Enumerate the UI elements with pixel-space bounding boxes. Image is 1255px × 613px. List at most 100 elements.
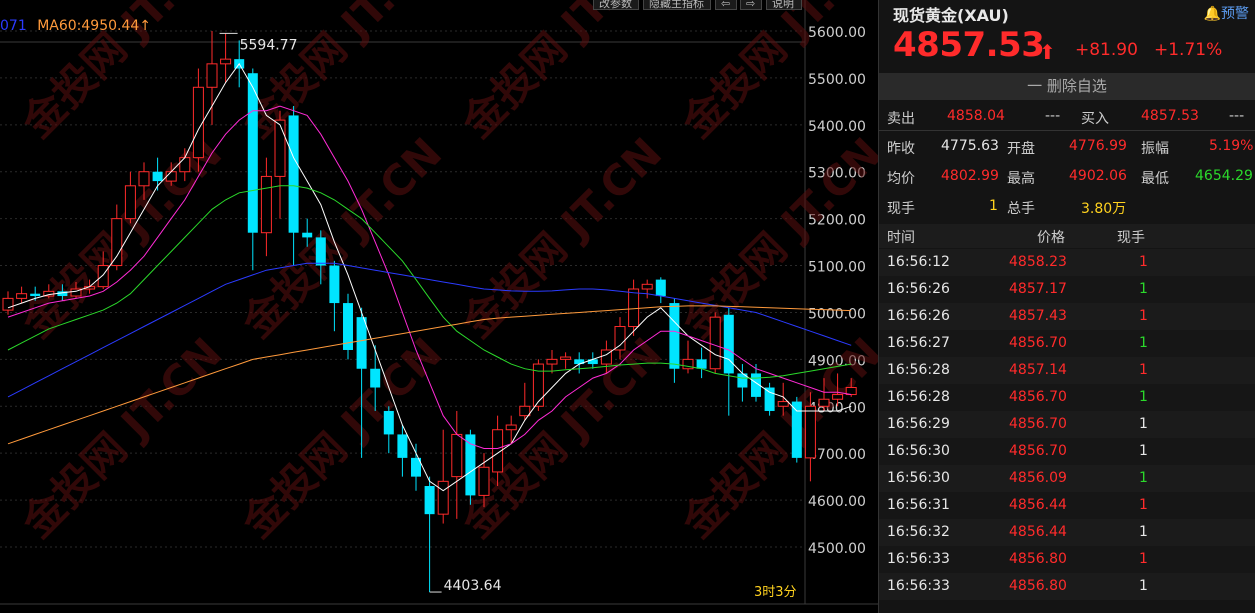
tick-time: 16:56:28 (887, 362, 950, 378)
scroll-left-button[interactable]: ⇦ (715, 0, 737, 10)
help-button[interactable]: 说明 (766, 0, 802, 10)
high-price: 4902.06 (1069, 168, 1127, 184)
candle-body-down (356, 317, 367, 369)
price-change: +81.90 (1075, 40, 1138, 60)
tick-row: 16:56:27 4856.70 1 (879, 330, 1255, 357)
yaxis-tick-label: 5000.00 (808, 306, 866, 322)
candle-body-up (437, 480, 449, 515)
tick-hand: 1 (1139, 578, 1148, 594)
bell-icon: 🔔 (1203, 6, 1221, 22)
candle-body-up (179, 157, 191, 173)
candle-body-up (628, 288, 640, 328)
watermark-text: 金投网 JT.CN (232, 0, 452, 148)
candle-body-up (519, 405, 531, 417)
tick-row: 16:56:32 4856.44 1 (879, 519, 1255, 546)
yaxis-tick-label: 4500.00 (808, 541, 866, 557)
tick-hand: 1 (1139, 254, 1148, 270)
tick-hand: 1 (1139, 497, 1148, 513)
tick-hand: 1 (1139, 362, 1148, 378)
candle-body-up (192, 86, 204, 159)
remove-favorite-button[interactable]: 一 删除自选 (879, 73, 1255, 100)
tick-row: 16:56:26 4857.43 1 (879, 303, 1255, 330)
alert-label: 预警 (1221, 6, 1249, 22)
candle-body-up (165, 171, 177, 182)
high-price-label: 5594.77 (240, 37, 298, 53)
alert-button[interactable]: 🔔预警 (1204, 3, 1249, 23)
last-price: 4857.53 (893, 25, 1045, 65)
tick-row: 16:56:31 4856.44 1 (879, 492, 1255, 519)
watermark-text: 金投网 JT.CN (232, 128, 452, 348)
candle-body-down (302, 232, 313, 238)
tick-row: 16:56:29 4856.70 1 (879, 411, 1255, 438)
ma-legend: 071 MA60:4950.44↑ (0, 18, 151, 34)
tick-time: 16:56:30 (887, 470, 950, 486)
watermark-text: 金投网 JT.CN (12, 328, 232, 548)
tick-hand: 1 (1139, 389, 1148, 405)
total-hand: 3.80万 (1081, 201, 1127, 217)
tick-time: 16:56:33 (887, 578, 950, 594)
low-price-label: 4403.64 (444, 578, 502, 594)
kline-chart[interactable]: 5600.005500.005400.005300.005200.005100.… (0, 0, 878, 613)
sell-price: 4858.04 (947, 108, 1005, 124)
scroll-right-button[interactable]: ⇨ (740, 0, 762, 10)
candle-body-up (804, 405, 816, 459)
tick-time: 16:56:26 (887, 281, 950, 297)
tick-time: 16:56:29 (887, 416, 950, 432)
tick-row: 16:56:28 4856.70 1 (879, 384, 1255, 411)
tick-row: 16:56:33 4856.80 1 (879, 573, 1255, 600)
candle-body-up (274, 119, 286, 177)
candle-body-up (777, 401, 789, 407)
candle-body-down (696, 359, 707, 369)
ma60-arrow-icon: ↑ (139, 18, 152, 34)
candle-body-up (124, 185, 136, 220)
tick-hand: 1 (1139, 308, 1148, 324)
prev-close: 4775.63 (941, 138, 999, 154)
candle-body-up (641, 283, 653, 290)
tick-hand: 1 (1139, 524, 1148, 540)
hide-main-indicator-button[interactable]: 隐藏主指标 (643, 0, 711, 10)
candle-body-down (424, 486, 435, 515)
candle-body-down (329, 265, 340, 304)
tick-time: 16:56:33 (887, 551, 950, 567)
tick-time: 16:56:27 (887, 335, 950, 351)
candle-body-up (560, 356, 572, 360)
quote-panel: 现货黄金(XAU) 🔔预警 4857.53 ⬆ +81.90 +1.71% 一 … (878, 0, 1255, 613)
tick-time: 16:56:31 (887, 497, 950, 513)
candle-body-down (397, 434, 408, 458)
edit-params-button[interactable]: 改参数 (593, 0, 639, 10)
tick-price: 4857.43 (1009, 308, 1067, 324)
amplitude: 5.19% (1209, 138, 1254, 154)
candle-body-down (152, 171, 163, 182)
tick-price: 4856.80 (1009, 551, 1067, 567)
tick-hand: 1 (1139, 416, 1148, 432)
candle-body-up (546, 358, 558, 365)
chart-toolbar: 改参数 隐藏主指标 ⇦ ⇨ 说明 (0, 0, 806, 10)
stats-row-3: 现手 1 总手 3.80万 (887, 198, 1127, 217)
tick-time: 16:56:28 (887, 389, 950, 405)
tick-row: 16:56:12 4858.23 1 (879, 249, 1255, 276)
kline-chart-panel[interactable]: 5600.00 5500.00 5400.00 5300.00 5200.00 5100.… (0, 0, 878, 613)
low-price: 4654.29 (1195, 168, 1253, 184)
watermark-text: 金投网 JT.CN (232, 328, 452, 548)
candle-body-down (30, 293, 41, 297)
bid-ask-row: 卖出 4858.04 --- 买入 4857.53 --- (887, 108, 1245, 127)
candle-body-down (655, 279, 666, 297)
tick-time: 16:56:26 (887, 308, 950, 324)
candle-body-down (669, 303, 680, 369)
tick-row: 16:56:26 4857.17 1 (879, 276, 1255, 303)
candle-body-down (587, 359, 598, 365)
tick-price: 4856.70 (1009, 389, 1067, 405)
candle-body-down (370, 368, 381, 388)
ma40-label: 071 (0, 18, 27, 34)
price-change-pct: +1.71% (1154, 40, 1223, 60)
yaxis-tick-label: 5100.00 (808, 260, 866, 276)
tick-row: 16:56:30 4856.09 1 (879, 465, 1255, 492)
tick-price: 4857.14 (1009, 362, 1067, 378)
candle-body-down (315, 237, 326, 266)
candle-body-down (247, 73, 258, 233)
tick-price: 4856.09 (1009, 470, 1067, 486)
candle-body-down (764, 387, 775, 411)
tick-price: 4856.70 (1009, 443, 1067, 459)
candle-body-down (288, 115, 299, 233)
candle-body-up (138, 171, 150, 187)
